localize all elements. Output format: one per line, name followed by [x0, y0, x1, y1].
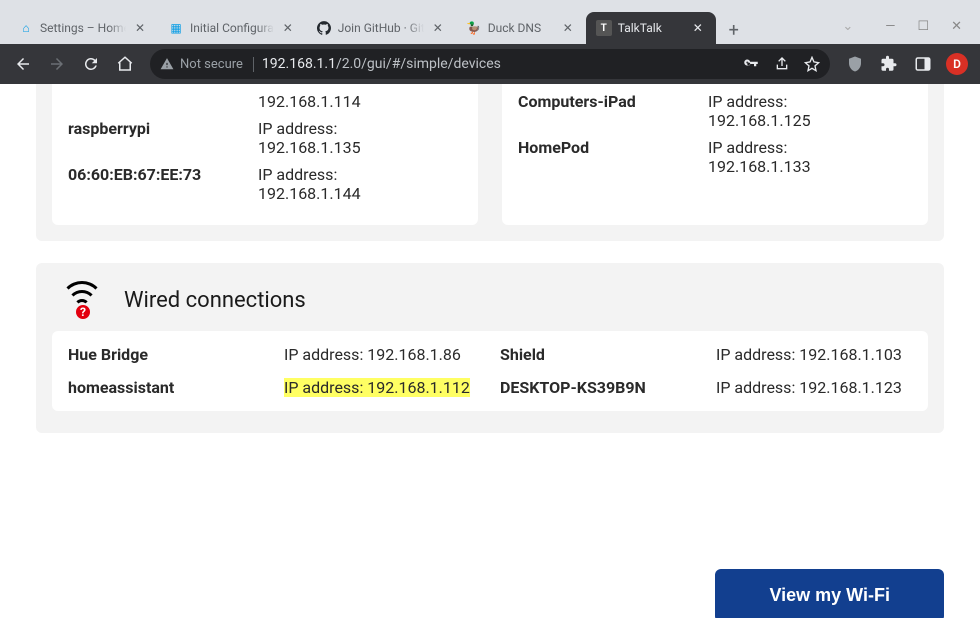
home-button[interactable]: [110, 49, 140, 79]
device-ip: 192.168.1.135: [258, 138, 361, 157]
chevron-down-icon[interactable]: ⌄: [842, 19, 853, 34]
duck-icon: 🦆: [466, 20, 482, 36]
github-icon: [316, 20, 332, 36]
maximize-button[interactable]: ☐: [917, 19, 929, 34]
forward-button[interactable]: [42, 49, 72, 79]
device-name: Shield: [500, 345, 700, 364]
extensions-icon[interactable]: [874, 49, 904, 79]
doc-icon: ▦: [168, 20, 184, 36]
device-name: HomePod: [518, 138, 708, 157]
device-row: 192.168.1.114: [68, 92, 462, 111]
device-name: Hue Bridge: [68, 345, 268, 364]
device-name: raspberrypi: [68, 119, 258, 138]
section-title: Wired connections: [124, 288, 306, 313]
address-bar[interactable]: Not secure 192.168.1.1/2.0/gui/#/simple/…: [150, 49, 830, 79]
tab-duckdns[interactable]: 🦆 Duck DNS ✕: [456, 12, 586, 44]
device-row: Computers-iPad IP address: 192.168.1.125: [518, 92, 912, 130]
profile-avatar[interactable]: D: [942, 49, 972, 79]
bookmark-icon[interactable]: [804, 56, 820, 72]
device-name: DESKTOP-KS39B9N: [500, 378, 700, 397]
back-button[interactable]: [8, 49, 38, 79]
ip-label: IP address:: [258, 165, 361, 184]
close-icon[interactable]: ✕: [132, 20, 148, 36]
tab-talktalk[interactable]: T TalkTalk ✕: [586, 12, 716, 44]
device-row: HomePod IP address: 192.168.1.133: [518, 138, 912, 176]
ip-label: IP address:: [708, 138, 811, 157]
reload-button[interactable]: [76, 49, 106, 79]
warning-icon: [160, 57, 174, 71]
shield-icon[interactable]: [840, 49, 870, 79]
device-ip: IP address: 192.168.1.123: [716, 378, 916, 397]
close-icon[interactable]: ✕: [560, 20, 576, 36]
tab-label: Initial Configura: [190, 21, 274, 35]
device-ip: 192.168.1.133: [708, 157, 811, 176]
device-ip: 192.168.1.144: [258, 184, 361, 203]
site-info-button[interactable]: Not secure: [160, 57, 254, 72]
ip-label: IP address:: [258, 119, 361, 138]
device-row: raspberrypi IP address: 192.168.1.135: [68, 119, 462, 157]
key-icon[interactable]: [742, 55, 760, 73]
device-ip: IP address: 192.168.1.103: [716, 345, 916, 364]
device-name: 06:60:EB:67:EE:73: [68, 165, 258, 184]
device-row: 06:60:EB:67:EE:73 IP address: 192.168.1.…: [68, 165, 462, 203]
device-name: Computers-iPad: [518, 92, 708, 111]
device-name-homeassistant: homeassistant: [68, 378, 268, 397]
url-text: 192.168.1.1/2.0/gui/#/simple/devices: [262, 56, 501, 72]
device-ip-highlighted: IP address: 192.168.1.112: [284, 378, 484, 397]
device-ip: IP address: 192.168.1.86: [284, 345, 484, 364]
tab-github[interactable]: Join GitHub · Git ✕: [306, 12, 456, 44]
tab-label: TalkTalk: [618, 21, 684, 35]
wireless-panel: 192.168.1.114 raspberrypi IP address: 19…: [36, 84, 944, 241]
tab-label: Join GitHub · Git: [338, 21, 424, 35]
tt-icon: T: [596, 20, 612, 36]
wireless-left-card: 192.168.1.114 raspberrypi IP address: 19…: [52, 84, 478, 225]
device-ip: 192.168.1.114: [258, 92, 361, 111]
tab-label: Settings – Home: [40, 21, 126, 35]
minimize-button[interactable]: —: [885, 19, 895, 34]
share-icon[interactable]: [774, 56, 790, 72]
close-icon[interactable]: ✕: [690, 20, 706, 36]
security-label: Not secure: [180, 57, 243, 72]
tab-initial-config[interactable]: ▦ Initial Configura ✕: [158, 12, 306, 44]
ip-label: IP address:: [708, 92, 811, 111]
device-ip: 192.168.1.125: [708, 111, 811, 130]
wireless-right-card: Computers-iPad IP address: 192.168.1.125…: [502, 84, 928, 225]
home-icon: ⌂: [18, 20, 34, 36]
tab-settings-home[interactable]: ⌂ Settings – Home ✕: [8, 12, 158, 44]
view-wifi-button[interactable]: View my Wi-Fi: [715, 569, 944, 618]
side-panel-icon[interactable]: [908, 49, 938, 79]
close-icon[interactable]: ✕: [430, 20, 446, 36]
wired-icon: ?: [60, 281, 104, 319]
question-badge-icon: ?: [74, 303, 92, 321]
close-window-button[interactable]: ✕: [951, 19, 962, 34]
browser-toolbar: Not secure 192.168.1.1/2.0/gui/#/simple/…: [0, 44, 980, 84]
tab-strip: ⌂ Settings – Home ✕ ▦ Initial Configura …: [0, 8, 980, 44]
new-tab-button[interactable]: +: [720, 16, 748, 44]
close-icon[interactable]: ✕: [280, 20, 296, 36]
tab-label: Duck DNS: [488, 21, 554, 35]
wired-section: ? Wired connections Hue Bridge IP addres…: [36, 263, 944, 433]
